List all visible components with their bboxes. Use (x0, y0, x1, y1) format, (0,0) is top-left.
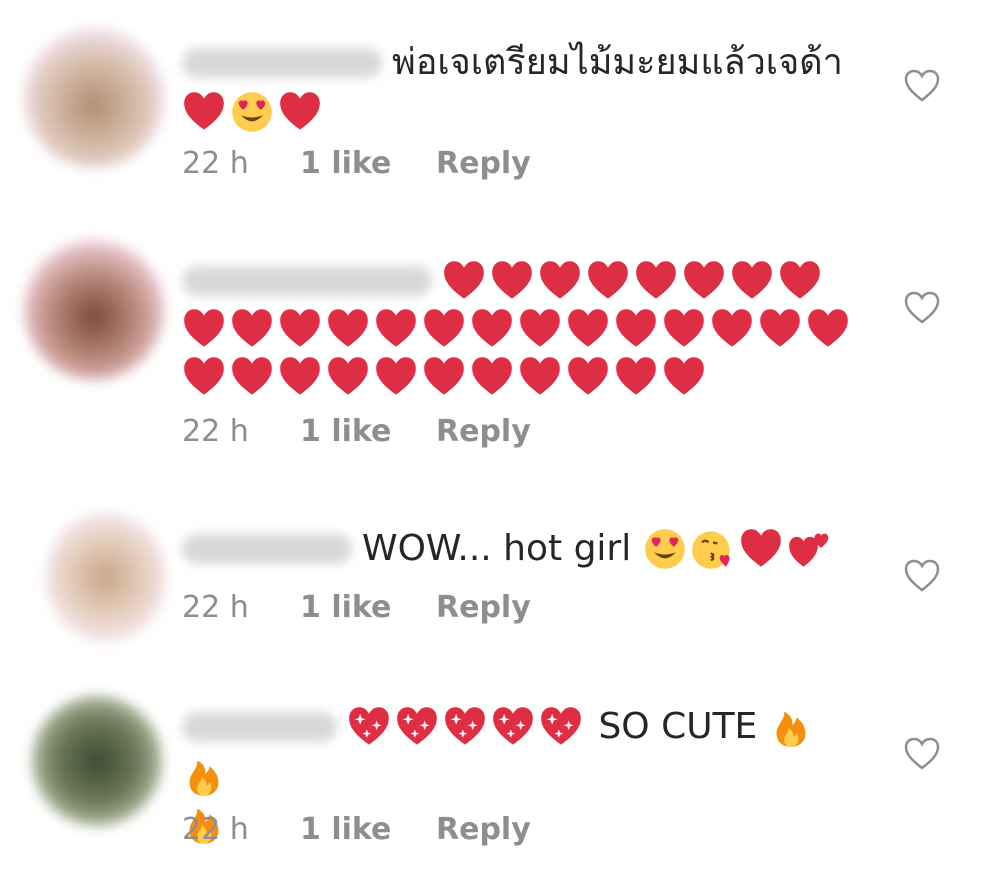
red-heart-icon (374, 355, 418, 399)
red-heart-icon (634, 259, 678, 303)
sparkling-heart-icon (347, 705, 391, 749)
red-heart-icon (182, 90, 226, 134)
red-heart-icon (518, 355, 562, 399)
sparkling-heart-icon (443, 705, 487, 749)
like-heart-icon[interactable] (902, 66, 942, 106)
comment-text: พ่อเจเตรียมไม้มะยมแล้วเจด้า (392, 42, 843, 83)
comment-body: พ่อเจเตรียมไม้มะยมแล้วเจด้า (182, 38, 862, 135)
username-blurred[interactable] (182, 48, 382, 78)
like-count[interactable]: 1 like (300, 146, 436, 181)
red-heart-icon (566, 307, 610, 351)
red-heart-icon (278, 90, 322, 134)
red-heart-icon (586, 259, 630, 303)
username-blurred[interactable] (182, 712, 337, 742)
red-heart-icon (182, 307, 226, 351)
heart-eyes-face-icon (643, 527, 687, 571)
timestamp: 22 h (182, 414, 249, 449)
red-heart-icon (739, 527, 783, 571)
red-heart-icon (566, 355, 610, 399)
red-heart-icon (758, 307, 802, 351)
fire-icon (182, 754, 226, 798)
reply-button[interactable]: Reply (436, 590, 531, 625)
kissing-heart-face-icon (691, 527, 735, 571)
timestamp: 22 h (182, 590, 249, 625)
two-hearts-icon (787, 527, 831, 571)
sparkling-heart-icon (539, 705, 583, 749)
sparkling-heart-icon (491, 705, 535, 749)
avatar[interactable] (46, 512, 166, 642)
avatar[interactable] (24, 240, 164, 380)
red-heart-icon (442, 259, 486, 303)
reply-button[interactable]: Reply (436, 414, 531, 449)
red-heart-icon (662, 307, 706, 351)
heart-eyes-face-icon (230, 90, 274, 134)
username-blurred[interactable] (182, 534, 352, 564)
sparkling-heart-icon (395, 705, 439, 749)
red-heart-icon (538, 259, 582, 303)
reply-button[interactable]: Reply (436, 812, 531, 847)
red-heart-icon (422, 307, 466, 351)
red-heart-icon (662, 355, 706, 399)
comment-body (182, 256, 862, 400)
comment-text: SO CUTE (598, 706, 758, 747)
red-heart-icon (374, 307, 418, 351)
red-heart-icon (730, 259, 774, 303)
red-heart-icon (326, 307, 370, 351)
red-heart-icon (326, 355, 370, 399)
like-heart-icon[interactable] (902, 734, 942, 774)
comment-meta: 22 h 1 like Reply (182, 812, 531, 847)
timestamp: 22 h (182, 146, 249, 181)
avatar[interactable] (32, 696, 162, 826)
red-heart-icon (470, 355, 514, 399)
comment-meta: 22 h 1 like Reply (182, 414, 531, 449)
comment-meta: 22 h 1 like Reply (182, 146, 531, 181)
red-heart-icon (614, 355, 658, 399)
comment-body: WOW... hot girl (182, 524, 862, 573)
like-count[interactable]: 1 like (300, 812, 436, 847)
red-heart-icon (682, 259, 726, 303)
like-heart-icon[interactable] (902, 556, 942, 596)
reply-button[interactable]: Reply (436, 146, 531, 181)
red-heart-icon (278, 307, 322, 351)
red-heart-icon (470, 307, 514, 351)
red-heart-icon (230, 355, 274, 399)
red-heart-icon (230, 307, 274, 351)
red-heart-icon (182, 355, 226, 399)
comment-text: WOW... hot girl (362, 528, 632, 569)
red-heart-icon (806, 307, 850, 351)
red-heart-icon (614, 307, 658, 351)
timestamp: 22 h (182, 812, 249, 847)
avatar[interactable] (24, 28, 164, 168)
red-heart-icon (490, 259, 534, 303)
like-heart-icon[interactable] (902, 288, 942, 328)
username-blurred[interactable] (182, 266, 432, 296)
red-heart-icon (422, 355, 466, 399)
like-count[interactable]: 1 like (300, 590, 436, 625)
red-heart-icon (778, 259, 822, 303)
comment-meta: 22 h 1 like Reply (182, 590, 531, 625)
red-heart-icon (710, 307, 754, 351)
like-count[interactable]: 1 like (300, 414, 436, 449)
red-heart-icon (278, 355, 322, 399)
red-heart-icon (518, 307, 562, 351)
fire-icon (769, 705, 813, 749)
